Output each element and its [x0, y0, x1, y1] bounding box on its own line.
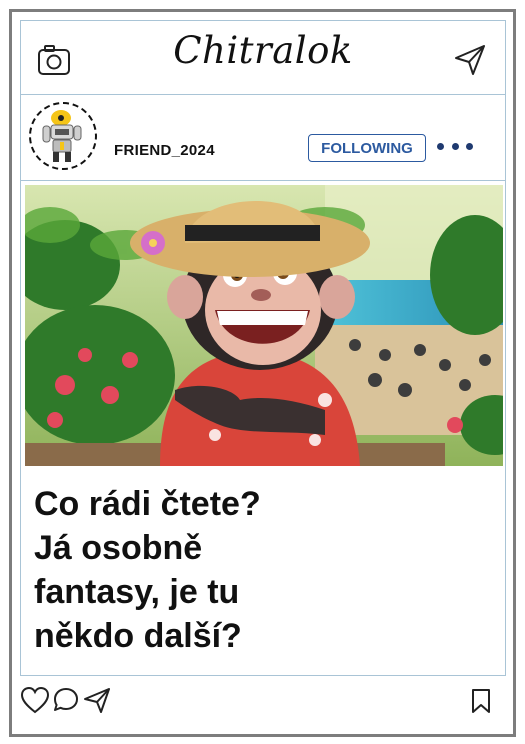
app-header: Chitralok — [21, 21, 505, 95]
send-icon[interactable] — [453, 43, 487, 77]
caption-line: Co rádi čtete? — [34, 485, 261, 523]
caption-line: někdo další? — [34, 617, 242, 655]
post-profile-row: FRIEND_2024 FOLLOWING — [21, 95, 505, 181]
username[interactable]: FRIEND_2024 — [114, 142, 215, 159]
share-icon[interactable] — [82, 686, 112, 714]
following-button[interactable]: FOLLOWING — [308, 134, 426, 162]
avatar[interactable] — [29, 102, 97, 170]
more-dots-icon[interactable] — [437, 135, 473, 157]
post-caption: Co rádi čtete? Já osobně fantasy, je tu … — [34, 482, 474, 658]
caption-line: Já osobně — [34, 529, 203, 567]
post-image[interactable] — [25, 185, 503, 466]
bookmark-icon[interactable] — [470, 688, 492, 714]
heart-icon[interactable] — [20, 686, 50, 714]
app-logo: Chitralok — [173, 29, 353, 72]
monkey-photo — [25, 185, 503, 466]
comment-icon[interactable] — [52, 686, 80, 714]
robot-avatar-icon — [42, 110, 82, 162]
caption-line: fantasy, je tu — [34, 573, 240, 611]
post-card: Chitralok FRIEND_2024 FOLLOWING Co rádi … — [9, 9, 516, 737]
